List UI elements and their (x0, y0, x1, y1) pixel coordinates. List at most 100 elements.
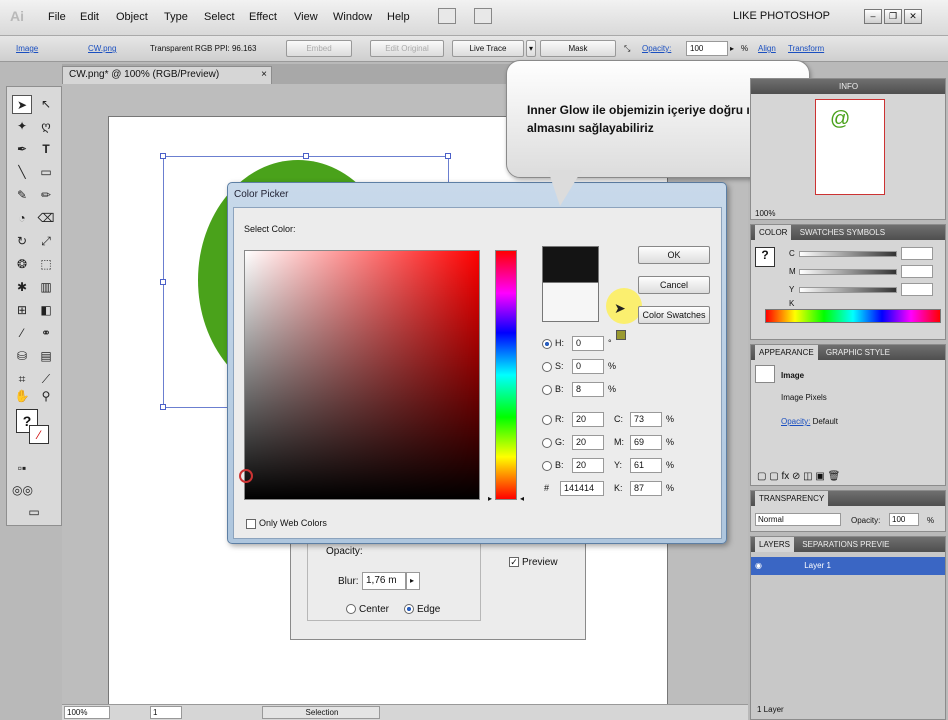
color-swatches-button[interactable]: Color Swatches (638, 306, 710, 324)
blob-brush-tool-icon[interactable]: ◔ (12, 209, 32, 228)
menu-select[interactable]: Select (204, 11, 235, 23)
restore-icon[interactable]: ❐ (884, 9, 902, 24)
column-graph-tool-icon[interactable]: ▤ (36, 347, 56, 366)
appearance-footer-icons[interactable]: ▢ ▢ fx ⊘ ◫ ▣ 🗑 (757, 471, 840, 482)
gradient-tool-icon[interactable]: ◧ (36, 301, 56, 320)
tab-color[interactable]: COLOR (755, 225, 792, 240)
edit-original-button[interactable]: Edit Original (370, 40, 444, 57)
channel-c-slider[interactable] (799, 251, 897, 257)
direct-selection-tool-icon[interactable]: ↖ (36, 95, 56, 114)
m-input[interactable]: 69 (630, 435, 662, 450)
layer-row[interactable]: ◉ Layer 1 (751, 557, 945, 575)
tab-graphic-style[interactable]: GRAPHIC STYLE (822, 345, 894, 360)
eraser-tool-icon[interactable]: ⌫ (36, 209, 56, 228)
channel-y-input[interactable] (901, 283, 933, 296)
r-radio[interactable]: R: (542, 414, 564, 425)
preview-checkbox[interactable]: ✓ Preview (509, 557, 558, 568)
menu-type[interactable]: Type (164, 11, 188, 23)
color-spectrum[interactable] (765, 309, 941, 323)
tab-layers[interactable]: LAYERS (755, 537, 794, 552)
scale-tool-icon[interactable]: ⤢ (36, 232, 56, 251)
resize-handle[interactable] (303, 153, 309, 159)
b-radio[interactable]: B: (542, 384, 564, 395)
out-of-gamut-icon[interactable] (616, 330, 626, 340)
fill-question-icon[interactable]: ? (755, 247, 775, 267)
resize-handle[interactable] (445, 153, 451, 159)
hue-arrow-left-icon[interactable]: ▸ (488, 494, 492, 503)
channel-m-input[interactable] (901, 265, 933, 278)
minimize-icon[interactable]: – (864, 9, 882, 24)
menu-file[interactable]: File (48, 11, 66, 23)
menu-object[interactable]: Object (116, 11, 148, 23)
stroke-none-icon[interactable]: ⁄ (29, 425, 49, 444)
line-tool-icon[interactable]: ╲ (12, 163, 32, 182)
menu-effect[interactable]: Effect (249, 11, 277, 23)
c-input[interactable]: 73 (630, 412, 662, 427)
symbol-sprayer-tool-icon[interactable]: ✱ (12, 278, 32, 297)
navigator-preview[interactable]: @ (815, 99, 885, 195)
b-input[interactable]: 8 (572, 382, 604, 397)
color-cursor[interactable] (239, 469, 253, 483)
mesh-tool-icon[interactable]: ⊞ (12, 301, 32, 320)
menu-window[interactable]: Window (333, 11, 372, 23)
saturation-brightness-field[interactable] (239, 250, 480, 500)
close-tab-icon[interactable]: × (261, 67, 267, 83)
ok-button[interactable]: OK (638, 246, 710, 264)
resize-handle[interactable] (160, 279, 166, 285)
s-input[interactable]: 0 (572, 359, 604, 374)
transform-link[interactable]: Transform (788, 44, 824, 53)
magic-wand-tool-icon[interactable]: ✦ (12, 117, 32, 136)
blur-input[interactable]: 1,76 m (362, 572, 406, 590)
free-transform-tool-icon[interactable]: ⬚ (36, 255, 56, 274)
close-icon[interactable]: ✕ (904, 9, 922, 24)
current-tool-status[interactable]: Selection (262, 706, 380, 719)
live-paint-bucket-tool-icon[interactable]: ⛁ (12, 347, 32, 366)
artboard-number-input[interactable]: 1 (150, 706, 182, 719)
k-input[interactable]: 87 (630, 481, 662, 496)
blend-tool-icon[interactable]: ⚭ (36, 324, 56, 343)
channel-y-slider[interactable] (799, 287, 897, 293)
zoom-tool-icon[interactable]: ⚲ (36, 387, 56, 406)
color-mode-icons[interactable]: ▫▪ (12, 459, 32, 478)
file-link[interactable]: CW.png (88, 44, 116, 53)
blend-mode-select[interactable]: Normal (755, 513, 841, 526)
transparency-opacity-input[interactable]: 100 (889, 513, 919, 526)
hue-arrow-right-icon[interactable]: ◂ (520, 494, 524, 503)
menu-edit[interactable]: Edit (80, 11, 99, 23)
mask-button[interactable]: Mask (540, 40, 616, 57)
eyedropper-tool-icon[interactable]: ⁄ (12, 324, 32, 343)
draw-mode-icons[interactable]: ◎◎ (12, 481, 33, 500)
visibility-eye-icon[interactable]: ◉ (755, 561, 762, 570)
y-input[interactable]: 61 (630, 458, 662, 473)
cancel-button[interactable]: Cancel (638, 276, 710, 294)
opacity-menu-icon[interactable]: ▸ (730, 44, 734, 53)
hex-input[interactable]: 141414 (560, 481, 604, 496)
h-radio[interactable]: H: (542, 338, 564, 349)
channel-c-input[interactable] (901, 247, 933, 260)
warp-tool-icon[interactable]: ❂ (12, 255, 32, 274)
zoom-select[interactable]: 100% (64, 706, 110, 719)
opacity-link[interactable]: Opacity: (642, 44, 671, 53)
hand-tool-icon[interactable]: ✋ (12, 387, 32, 406)
opacity-input[interactable]: 100 (686, 41, 728, 56)
tab-transparency[interactable]: TRANSPARENCY (755, 491, 829, 506)
blue-radio[interactable]: B: (542, 460, 564, 471)
appearance-opacity-row[interactable]: Opacity: Default (781, 417, 838, 426)
resize-handle[interactable] (160, 153, 166, 159)
paintbrush-tool-icon[interactable]: ✎ (12, 186, 32, 205)
tab-appearance[interactable]: APPEARANCE (755, 345, 818, 360)
g-input[interactable]: 20 (572, 435, 604, 450)
s-radio[interactable]: S: (542, 361, 564, 372)
only-web-colors-checkbox[interactable]: Only Web Colors (246, 518, 327, 529)
menu-view[interactable]: View (294, 11, 318, 23)
rotate-tool-icon[interactable]: ↻ (12, 232, 32, 251)
live-trace-button[interactable]: Live Trace (452, 40, 524, 57)
original-color-swatch[interactable] (542, 282, 599, 322)
center-radio[interactable]: Center (346, 604, 389, 615)
object-type-link[interactable]: Image (16, 44, 38, 53)
pencil-tool-icon[interactable]: ✏ (36, 186, 56, 205)
h-input[interactable]: 0 (572, 336, 604, 351)
tab-info[interactable]: INFO (835, 79, 862, 94)
blur-stepper[interactable]: ▸ (406, 572, 420, 590)
document-tab[interactable]: CW.png* @ 100% (RGB/Preview) × (62, 66, 272, 84)
